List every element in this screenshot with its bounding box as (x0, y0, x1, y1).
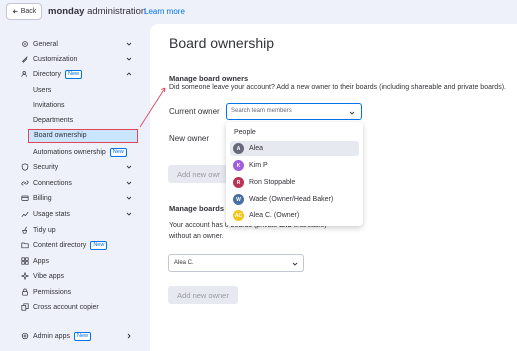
manage-boards-heading: Manage boards w (169, 204, 232, 213)
sidebar-item-permissions[interactable]: Permissions (20, 286, 138, 298)
folder-icon (20, 241, 29, 250)
page-title: Board ownership (169, 35, 275, 51)
sidebar-item-apps[interactable]: Apps (20, 255, 138, 267)
sidebar-item-vibe-apps[interactable]: Vibe apps (20, 270, 138, 282)
apps-plus-icon (20, 332, 29, 341)
brush-icon (20, 55, 29, 64)
sidebar-item-admin-apps[interactable]: Admin apps New (20, 330, 138, 342)
dropdown-option[interactable]: K Kim P (230, 158, 359, 173)
broom-icon (20, 226, 29, 235)
add-new-owner-button[interactable]: Add new owner (168, 286, 238, 304)
sidebar-item-board-ownership[interactable]: Board ownership (28, 129, 138, 143)
link-icon (20, 179, 29, 188)
sparkle-icon (20, 272, 29, 281)
current-owner-label: Current owner (169, 107, 220, 116)
sidebar-item-usage-stats[interactable]: Usage stats (20, 208, 138, 220)
new-badge: New (73, 331, 91, 341)
learn-more-link[interactable]: Learn more (144, 7, 185, 16)
shield-icon (20, 163, 29, 172)
manage-owners-description: Did someone leave your account? Add a ne… (169, 84, 506, 91)
sidebar-item-cross-account-copier[interactable]: Cross account copier (20, 301, 138, 313)
chevron-down-icon (126, 196, 132, 200)
avatar: AC (233, 210, 244, 221)
app-title: monday administration (48, 6, 147, 17)
new-badge: New (65, 69, 83, 79)
current-owner-search-input[interactable]: Search team members (226, 103, 362, 120)
sidebar-item-billing[interactable]: Billing (20, 192, 138, 204)
chevron-down-icon (126, 212, 132, 216)
owner-select[interactable]: Alea C. (168, 254, 304, 272)
back-button[interactable]: Back (6, 3, 42, 20)
directory-icon (20, 70, 29, 79)
sidebar-item-security[interactable]: Security (20, 161, 138, 173)
account-boards-description-line2: without an owner. (169, 233, 224, 240)
sidebar-item-departments[interactable]: Departments (33, 114, 73, 126)
top-bar: Back monday administration Learn more (0, 0, 517, 24)
new-badge: New (90, 240, 108, 250)
chevron-up-icon (126, 72, 132, 76)
sidebar-item-connections[interactable]: Connections (20, 177, 138, 189)
chevron-down-icon (126, 165, 132, 169)
chevron-down-icon (292, 262, 298, 266)
search-placeholder: Search team members (231, 108, 292, 114)
back-label: Back (20, 8, 37, 15)
sidebar-item-automations-ownership[interactable]: Automations ownership New (33, 146, 127, 158)
chevron-down-icon (349, 111, 355, 115)
chart-icon (20, 210, 29, 219)
sidebar-item-directory[interactable]: Directory New (20, 68, 138, 80)
sidebar-item-content-directory[interactable]: Content directory New (20, 239, 138, 251)
dropdown-option[interactable]: R Ron Stoppable (230, 175, 359, 190)
new-badge: New (109, 147, 127, 157)
avatar: A (233, 143, 244, 154)
add-new-owner-button-disabled[interactable]: Add new owr (168, 165, 228, 183)
gear-icon (20, 40, 29, 49)
sidebar-item-invitations[interactable]: Invitations (33, 99, 65, 111)
credit-card-icon (20, 194, 29, 203)
avatar: R (233, 177, 244, 188)
chevron-down-icon (126, 181, 132, 185)
copy-icon (20, 303, 29, 312)
dropdown-header: People (234, 129, 256, 136)
people-dropdown: People A Alea K Kim P R Ron Stoppable W … (226, 122, 363, 226)
new-owner-label: New owner (169, 134, 210, 143)
arrow-left-icon (12, 9, 18, 14)
dropdown-option[interactable]: AC Alea C. (Owner) (230, 208, 359, 223)
avatar: K (233, 160, 244, 171)
sidebar-item-tidy-up[interactable]: Tidy up (20, 224, 138, 236)
avatar: W (233, 194, 244, 205)
chevron-down-icon (126, 42, 132, 46)
manage-owners-heading: Manage board owners (169, 74, 249, 83)
sidebar-item-customization[interactable]: Customization (20, 53, 138, 65)
sidebar-item-users[interactable]: Users (33, 84, 51, 96)
dropdown-option[interactable]: W Wade (Owner/Head Baker) (230, 192, 359, 207)
chevron-right-icon (127, 333, 131, 339)
lock-icon (20, 288, 29, 297)
dropdown-option[interactable]: A Alea (230, 141, 359, 156)
apps-icon (20, 257, 29, 266)
chevron-down-icon (126, 57, 132, 61)
sidebar-item-general[interactable]: General (20, 38, 138, 50)
